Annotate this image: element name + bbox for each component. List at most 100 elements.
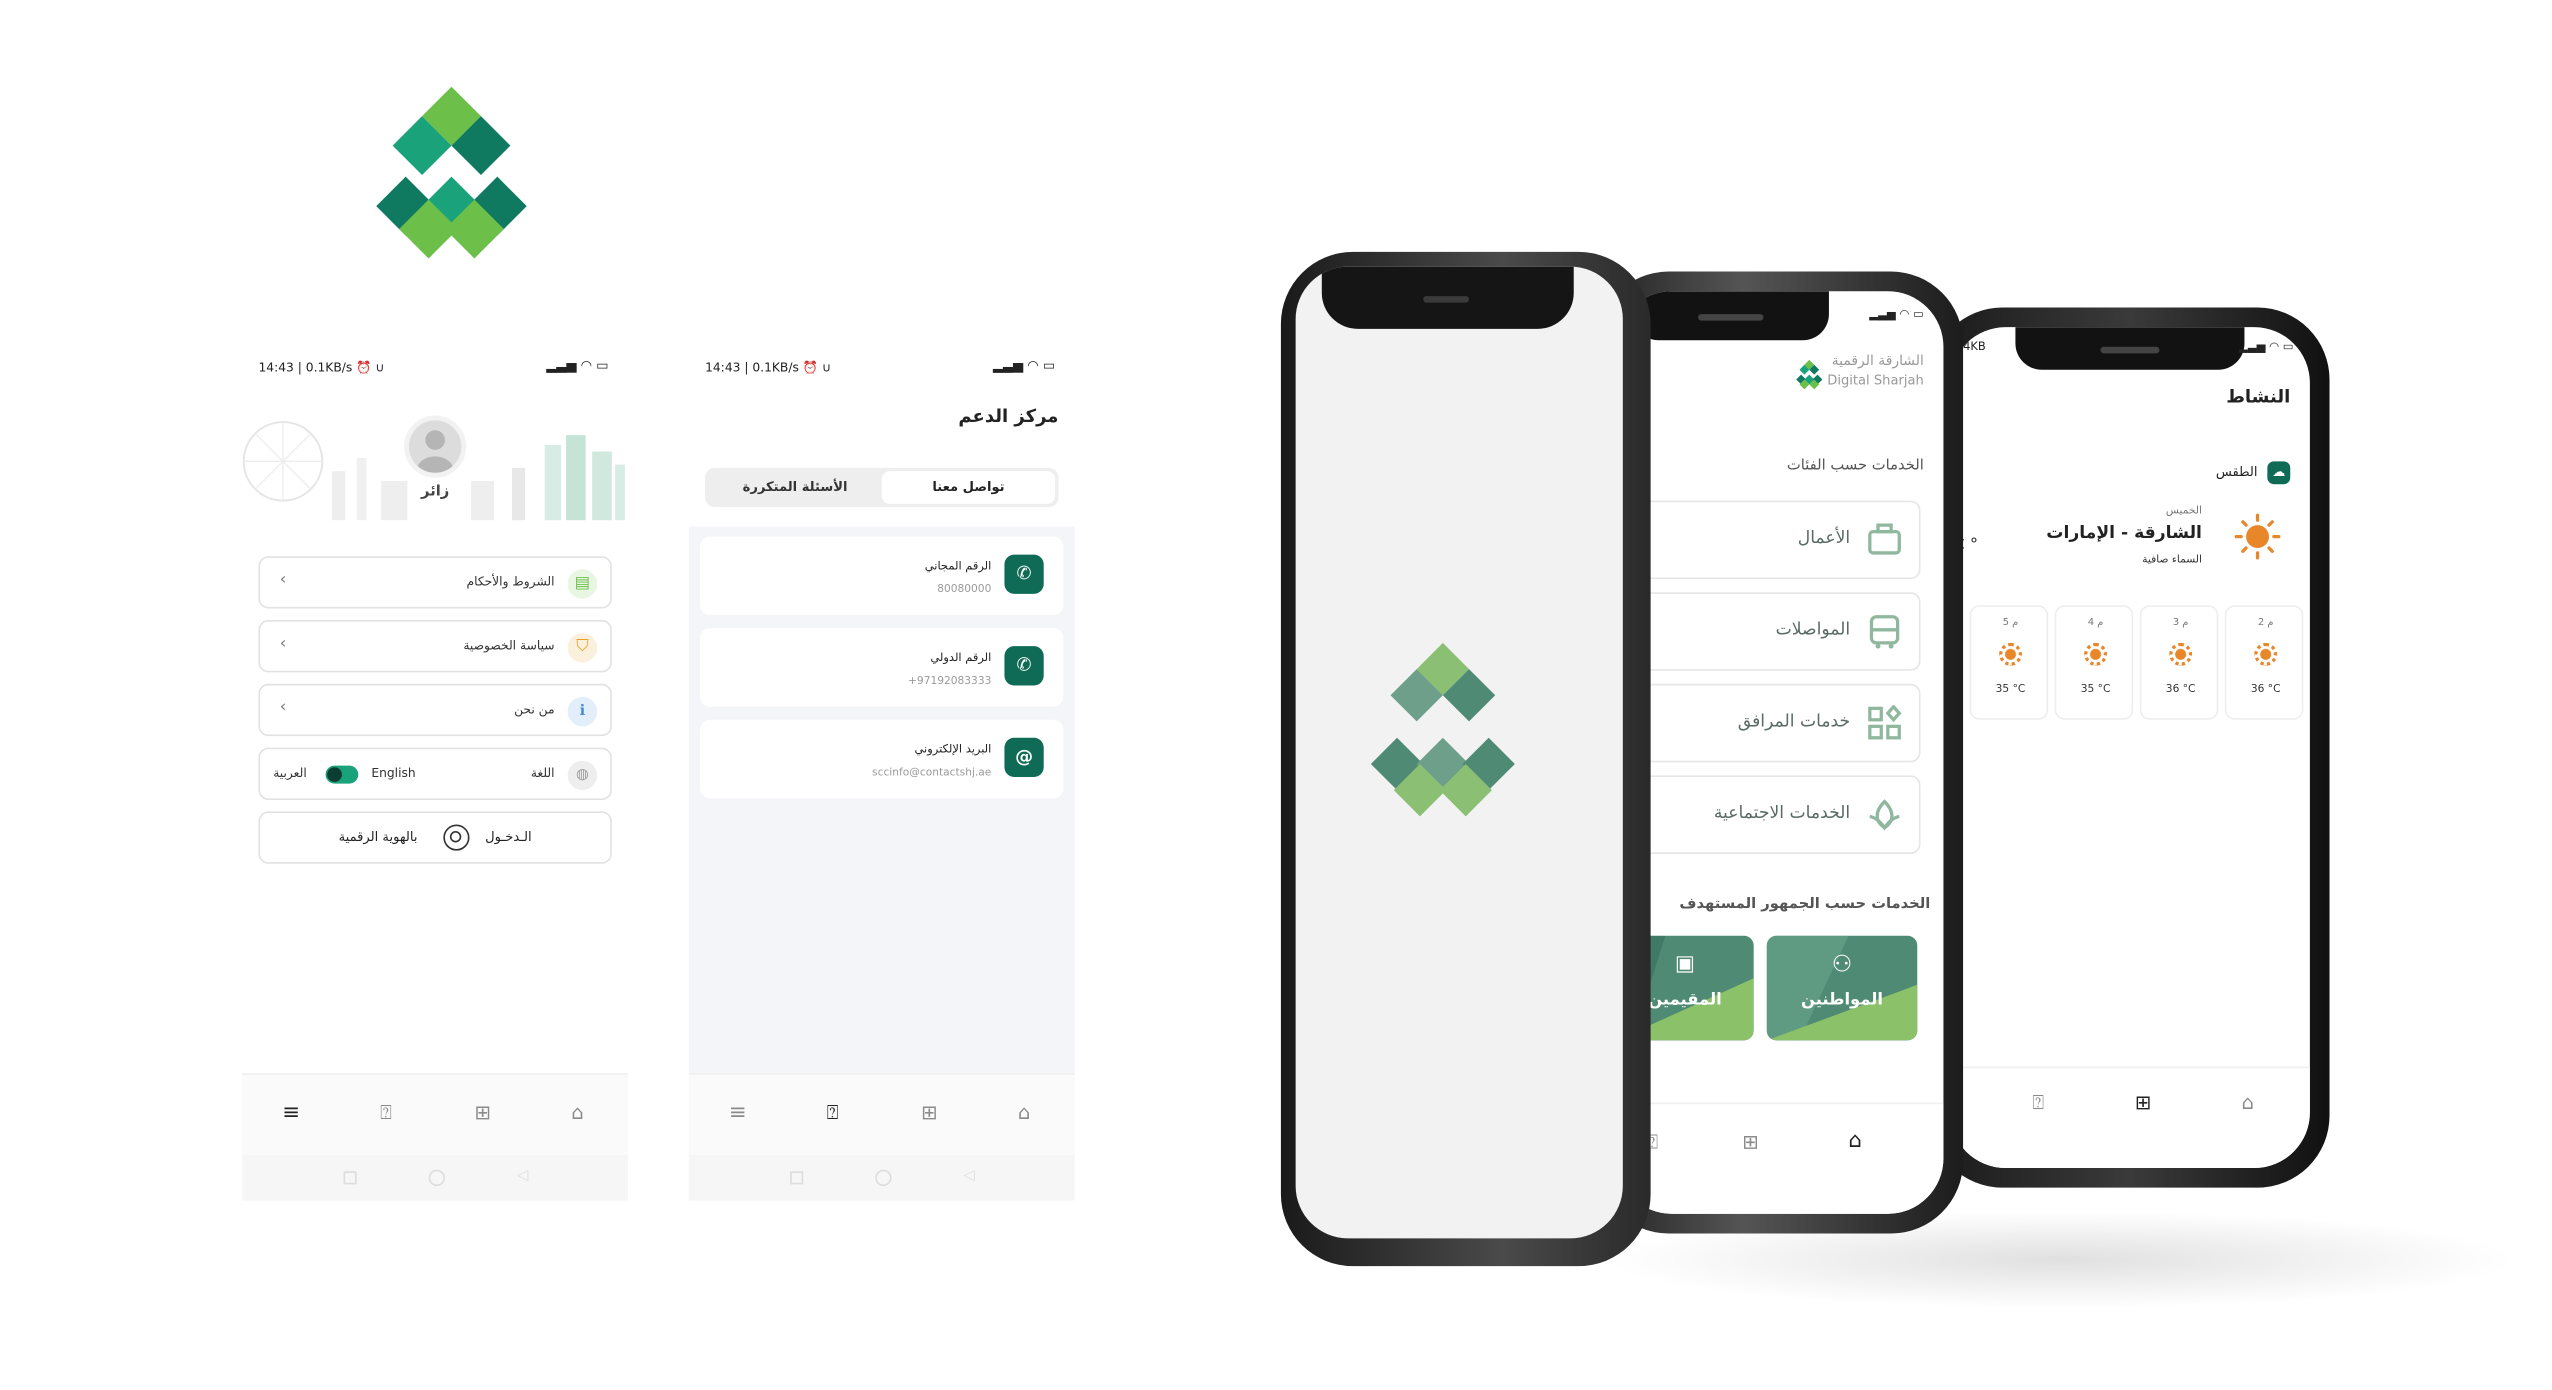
support-icon[interactable]: ⍰ bbox=[820, 1101, 846, 1126]
cloud-icon: ☁ bbox=[2267, 461, 2291, 485]
profile-screen: 14:43 | 0.1KB/s ⏰ ∪ ▂▃▅ ◠ ▭ زائر ▤ الشرو… bbox=[242, 343, 629, 1201]
language-option-ar[interactable]: العربية bbox=[273, 766, 307, 781]
splash-logo-icon bbox=[1370, 642, 1515, 817]
category-transport[interactable]: المواصلات bbox=[1632, 592, 1921, 671]
tab-contact[interactable]: تواصل معنا bbox=[881, 471, 1056, 504]
login-uaepass-button[interactable]: الـدخـول بالهوية الرقمية bbox=[258, 811, 612, 864]
menu-item-privacy[interactable]: ⛉ سياسة الخصوصية ‹ bbox=[258, 620, 612, 673]
bottom-nav: ≡ ⍰ ⊞ ⌂ bbox=[688, 1073, 1075, 1155]
status-time: 14:43 | 0.1KB/s ⏰ ∪ bbox=[705, 359, 831, 375]
sun-icon bbox=[2169, 642, 2193, 666]
section-title-audience: الخدمات حسب الجمهور المستهدف bbox=[1679, 896, 1931, 913]
services-screen: ▂▃▅ ◠ ▭ الشارقة الرقمية Digital Sharjah … bbox=[1616, 291, 1944, 1214]
category-label: خدمات المرافق bbox=[1737, 711, 1851, 732]
contact-value: +97192083333 bbox=[908, 673, 992, 688]
language-label: اللغة bbox=[530, 765, 555, 781]
system-nav-bar: ◁ bbox=[242, 1154, 629, 1201]
grid-icon[interactable]: ⊞ bbox=[2130, 1091, 2156, 1114]
contact-label: البريد الإلكتروني bbox=[914, 742, 992, 756]
fingerprint-icon bbox=[443, 824, 470, 851]
support-icon[interactable]: ⍰ bbox=[2025, 1091, 2051, 1116]
contact-label: الرقم الدولي bbox=[930, 651, 992, 665]
language-option-en[interactable]: English bbox=[371, 766, 415, 781]
weather-day: الخميس bbox=[2165, 503, 2202, 517]
grid-icon[interactable]: ⊞ bbox=[916, 1101, 942, 1124]
forecast-item: 3 م 36 °C bbox=[2139, 605, 2219, 720]
category-utilities[interactable]: خدمات المرافق bbox=[1632, 683, 1921, 763]
bus-icon bbox=[1867, 613, 1903, 649]
phone-activity: 4KB ▂▃▅ ◠ ▭ النشاط ☁ الطقس C ° الخميس ال… bbox=[1930, 307, 2330, 1188]
status-icons: ▂▃▅ ◠ ▭ bbox=[1869, 307, 1924, 321]
recent-apps-icon[interactable] bbox=[790, 1171, 804, 1185]
contacts-area: ✆ الرقم المجاني 80080000 ✆ الرقم الدولي … bbox=[688, 526, 1075, 1074]
menu-icon[interactable]: ≡ bbox=[278, 1101, 304, 1126]
back-system-icon[interactable]: ◁ bbox=[517, 1168, 528, 1184]
menu-icon[interactable]: ≡ bbox=[725, 1101, 751, 1126]
home-icon[interactable]: ⌂ bbox=[1011, 1101, 1037, 1124]
globe-icon: ◍ bbox=[567, 760, 598, 791]
login-suffix: بالهوية الرقمية bbox=[338, 829, 418, 845]
weather-city: الشارقة - الإمارات bbox=[2046, 523, 2202, 544]
brand-name-ar: الشارقة الرقمية bbox=[1831, 353, 1924, 370]
recent-apps-icon[interactable] bbox=[343, 1171, 357, 1185]
menu-item-label: سياسة الخصوصية bbox=[463, 637, 555, 653]
briefcase-icon bbox=[1867, 522, 1903, 558]
menu-item-about[interactable]: ℹ من نحن ‹ bbox=[258, 683, 612, 737]
chevron-left-icon: ‹ bbox=[279, 634, 287, 653]
language-toggle[interactable] bbox=[325, 765, 359, 784]
grid-icon[interactable]: ⊞ bbox=[1737, 1130, 1763, 1153]
status-icons: ▂▃▅ ◠ ▭ bbox=[546, 358, 609, 373]
contact-card-toll-free[interactable]: ✆ الرقم المجاني 80080000 bbox=[700, 536, 1064, 616]
page-title: النشاط bbox=[2226, 386, 2291, 408]
user-name: زائر bbox=[421, 484, 450, 501]
forecast-item: 5 م 35 °C bbox=[1969, 605, 2049, 720]
category-label: الخدمات الاجتماعية bbox=[1713, 803, 1851, 823]
category-label: المواصلات bbox=[1775, 620, 1851, 640]
login-prefix: الـدخـول bbox=[485, 829, 532, 845]
toggle-knob bbox=[327, 767, 342, 782]
home-system-icon[interactable] bbox=[428, 1169, 445, 1187]
forecast-item: 2 م 36 °C bbox=[2224, 605, 2304, 720]
contact-card-email[interactable]: @ البريد الإلكتروني sccinfo@contactshj.a… bbox=[700, 719, 1064, 799]
weather-label: الطقس bbox=[2215, 464, 2258, 480]
notch bbox=[2015, 327, 2245, 370]
back-system-icon[interactable]: ◁ bbox=[964, 1168, 975, 1184]
chevron-left-icon: ‹ bbox=[279, 698, 287, 717]
bottom-nav: ≡ ⍰ ⊞ ⌂ bbox=[242, 1073, 629, 1155]
home-icon[interactable]: ⌂ bbox=[2235, 1091, 2261, 1114]
status-icons: ▂▃▅ ◠ ▭ bbox=[992, 358, 1056, 373]
shield-icon: ⛉ bbox=[567, 633, 598, 663]
brand-logo-icon bbox=[1796, 359, 1823, 390]
system-nav-bar: ◁ bbox=[688, 1154, 1075, 1201]
forecast-time: 2 م bbox=[2257, 616, 2274, 629]
home-system-icon[interactable] bbox=[875, 1169, 892, 1187]
support-icon[interactable]: ⍰ bbox=[373, 1101, 399, 1126]
forecast-time: 4 م bbox=[2087, 616, 2104, 629]
grid-icon[interactable]: ⊞ bbox=[470, 1101, 496, 1124]
tab-faq[interactable]: الأسئلة المتكررة bbox=[708, 471, 881, 504]
forecast-temp: 35 °C bbox=[2080, 682, 2111, 696]
sun-icon bbox=[1999, 642, 2022, 666]
home-icon[interactable]: ⌂ bbox=[1842, 1129, 1868, 1154]
sun-icon bbox=[2234, 513, 2281, 560]
avatar[interactable] bbox=[404, 415, 467, 478]
category-label: الأعمال bbox=[1797, 528, 1851, 549]
menu-item-terms[interactable]: ▤ الشروط والأحكام ‹ bbox=[258, 556, 612, 609]
forecast-temp: 36 °C bbox=[2165, 682, 2196, 696]
contact-label: الرقم المجاني bbox=[924, 559, 992, 573]
phone-icon: ✆ bbox=[1004, 646, 1044, 686]
audience-citizens[interactable]: ⚇ المواطنين bbox=[1766, 935, 1918, 1041]
contact-card-international[interactable]: ✆ الرقم الدولي +97192083333 bbox=[700, 628, 1064, 707]
bottom-nav: ⍰ ⊞ ⌂ bbox=[1949, 1066, 2310, 1169]
category-business[interactable]: الأعمال bbox=[1632, 500, 1921, 580]
splash-screen bbox=[1295, 266, 1623, 1239]
notch bbox=[1321, 266, 1574, 329]
document-icon: ▤ bbox=[567, 569, 598, 599]
grid-icon bbox=[1867, 704, 1903, 741]
app-logo bbox=[328, 62, 575, 275]
menu-item-label: الشروط والأحكام bbox=[466, 574, 555, 589]
contact-value: 80080000 bbox=[937, 582, 992, 596]
forecast-time: 5 م bbox=[2002, 616, 2019, 629]
category-social[interactable]: الخدمات الاجتماعية bbox=[1632, 775, 1921, 854]
home-icon[interactable]: ⌂ bbox=[564, 1101, 590, 1124]
